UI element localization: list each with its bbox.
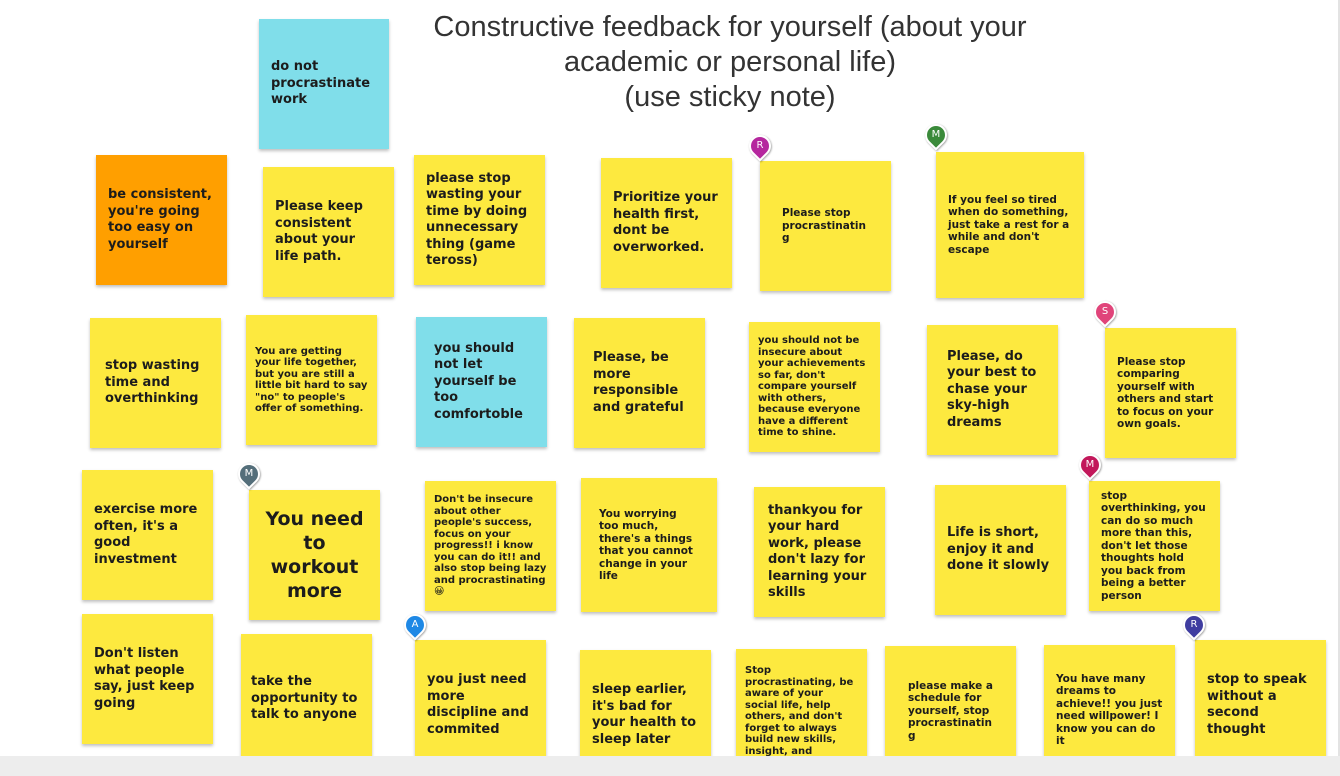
sticky-note-text: do not procrastinate work — [271, 59, 371, 108]
sticky-note-text: you should not be insecure about your ac… — [758, 335, 866, 439]
sticky-note[interactable]: you should not let yourself be too comfo… — [416, 317, 547, 447]
author-initial: R — [756, 140, 764, 151]
author-initial: M — [1085, 459, 1095, 470]
author-avatar-pin[interactable]: R — [1178, 609, 1210, 641]
sticky-note-text: stop to speak without a second thought — [1207, 672, 1307, 737]
board-title-line-2: academic or personal life) — [563, 46, 897, 78]
sticky-note[interactable]: If you feel so tired when do something, … — [936, 152, 1084, 298]
sticky-note-text: You need to workout more — [265, 508, 364, 602]
author-initial: A — [411, 619, 419, 630]
sticky-note[interactable]: Life is short, enjoy it and done it slow… — [935, 485, 1066, 615]
sticky-note-text: please make a schedule for yourself, sto… — [908, 679, 993, 742]
sticky-note[interactable]: stop overthinking, you can do so much mo… — [1089, 481, 1220, 611]
sticky-note-text: take the opportunity to talk to anyone — [251, 674, 358, 723]
author-avatar-pin[interactable]: S — [1089, 296, 1121, 328]
sticky-note-text: please stop wasting your time by doing u… — [426, 170, 528, 269]
sticky-note-text: you should not let yourself be too comfo… — [434, 340, 523, 422]
sticky-note[interactable]: Don't listen what people say, just keep … — [82, 614, 213, 744]
sticky-note[interactable]: Please, do your best to chase your sky-h… — [927, 325, 1058, 455]
sticky-note-text: Prioritize your health first, dont be ov… — [613, 190, 718, 255]
sticky-note-text: Don't listen what people say, just keep … — [94, 646, 195, 711]
sticky-note[interactable]: You have many dreams to achieve!! you ju… — [1044, 645, 1175, 756]
whiteboard-canvas[interactable]: Constructive feedback for yourself (abou… — [0, 0, 1340, 756]
sticky-note[interactable]: stop wasting time and overthinking — [90, 318, 221, 448]
sticky-note-text: Don't be insecure about other people's s… — [434, 494, 547, 598]
sticky-note-text: Please stop comparing yourself with othe… — [1117, 355, 1214, 431]
sticky-note-text: stop wasting time and overthinking — [105, 358, 200, 407]
sticky-note-text: If you feel so tired when do something, … — [948, 193, 1070, 256]
sticky-note-text: Please, be more responsible and grateful — [593, 350, 684, 415]
bottom-toolbar — [0, 756, 1340, 776]
author-initial: M — [244, 468, 254, 479]
sticky-note[interactable]: sleep earlier, it's bad for your health … — [580, 650, 711, 756]
sticky-note-text: You have many dreams to achieve!! you ju… — [1056, 672, 1163, 748]
sticky-note[interactable]: take the opportunity to talk to anyone — [241, 634, 372, 756]
sticky-note-text: thankyou for your hard work, please don'… — [768, 502, 867, 601]
author-avatar-pin[interactable]: R — [744, 130, 776, 162]
sticky-note-text: Please keep consistent about your life p… — [275, 199, 363, 264]
sticky-note-text: Please stop procrastinating — [782, 207, 866, 245]
sticky-note[interactable]: Please keep consistent about your life p… — [263, 167, 394, 297]
author-avatar-pin[interactable]: A — [399, 609, 431, 641]
author-initial: S — [1101, 306, 1109, 317]
sticky-note[interactable]: you should not be insecure about your ac… — [749, 322, 880, 452]
author-initial: M — [931, 129, 941, 140]
sticky-note[interactable]: you just need more discipline and commit… — [415, 640, 546, 756]
sticky-note[interactable]: be consistent, you're going too easy on … — [96, 155, 227, 285]
sticky-note-text: sleep earlier, it's bad for your health … — [592, 682, 697, 747]
sticky-note[interactable]: Prioritize your health first, dont be ov… — [601, 158, 732, 288]
board-title-line-1: Constructive feedback for yourself (abou… — [433, 11, 1027, 43]
sticky-note[interactable]: please make a schedule for yourself, sto… — [885, 646, 1016, 756]
sticky-note[interactable]: stop to speak without a second thought — [1195, 640, 1326, 756]
sticky-note-text: You are getting your life together, but … — [255, 345, 368, 415]
sticky-note-text: Please, do your best to chase your sky-h… — [947, 348, 1037, 430]
board-title-line-3: (use sticky note) — [624, 81, 836, 113]
sticky-note[interactable]: thankyou for your hard work, please don'… — [754, 487, 885, 617]
sticky-note-text: Stop procrastinating, be aware of your s… — [745, 665, 854, 756]
sticky-note[interactable]: Please stop comparing yourself with othe… — [1105, 328, 1236, 458]
sticky-note[interactable]: You are getting your life together, but … — [246, 315, 377, 445]
sticky-note[interactable]: exercise more often, it's a good investm… — [82, 470, 213, 600]
sticky-note[interactable]: do not procrastinate work — [259, 19, 389, 149]
board-title[interactable]: Constructive feedback for yourself (abou… — [380, 10, 1080, 115]
sticky-note[interactable]: Stop procrastinating, be aware of your s… — [736, 649, 867, 756]
sticky-note[interactable]: Please stop procrastinating — [760, 161, 891, 291]
author-initial: R — [1190, 619, 1198, 630]
sticky-note-text: be consistent, you're going too easy on … — [108, 187, 212, 252]
sticky-note-text: you just need more discipline and commit… — [427, 672, 529, 737]
sticky-note[interactable]: You worrying too much, there's a things … — [581, 478, 717, 612]
sticky-note[interactable]: please stop wasting your time by doing u… — [414, 155, 545, 285]
sticky-note-text: Life is short, enjoy it and done it slow… — [947, 525, 1050, 574]
author-avatar-pin[interactable]: M — [920, 119, 952, 151]
author-avatar-pin[interactable]: M — [233, 458, 265, 490]
author-avatar-pin[interactable]: M — [1074, 449, 1106, 481]
sticky-note[interactable]: Don't be insecure about other people's s… — [425, 481, 556, 611]
sticky-note-text: You worrying too much, there's a things … — [599, 507, 693, 583]
sticky-note[interactable]: You need to workout more — [249, 490, 380, 620]
sticky-note-text: stop overthinking, you can do so much mo… — [1101, 489, 1206, 602]
sticky-note[interactable]: Please, be more responsible and grateful — [574, 318, 705, 448]
sticky-note-text: exercise more often, it's a good investm… — [94, 502, 198, 567]
